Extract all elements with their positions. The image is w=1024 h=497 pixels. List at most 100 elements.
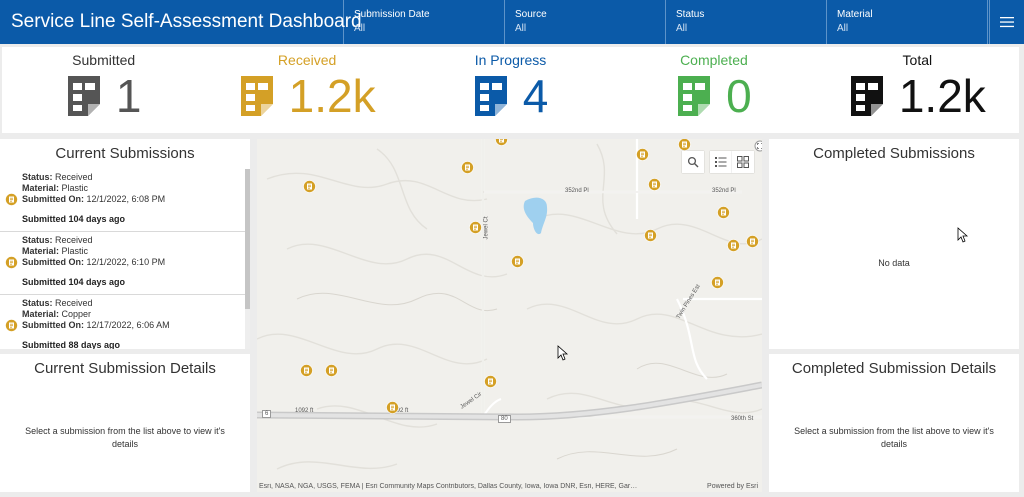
submission-marker-icon[interactable] <box>484 375 497 388</box>
indicator-value: 1 <box>115 70 142 122</box>
filter-value: All <box>515 23 527 34</box>
document-icon <box>474 76 507 116</box>
indicator-completed: Completed 0 <box>612 47 815 133</box>
indicator-total: Total 1.2k <box>816 47 1019 133</box>
panel-title: Current Submission Details <box>34 360 216 377</box>
indicator-value: 0 <box>726 70 752 122</box>
filter-label: Status <box>676 9 705 20</box>
search-icon <box>687 156 699 168</box>
submission-marker-icon[interactable] <box>325 364 338 377</box>
highway-shield: 80 <box>498 415 511 423</box>
highway-shield: 6 <box>262 410 272 418</box>
submission-marker-icon[interactable] <box>678 139 691 151</box>
indicator-in-progress: In Progress 4 <box>409 47 612 133</box>
list-item[interactable]: Status: Received Material: Plastic Submi… <box>0 169 245 232</box>
map-toolbar <box>682 151 754 173</box>
map-basemap-button[interactable] <box>732 151 754 173</box>
details-placeholder: Select a submission from the list above … <box>25 426 225 449</box>
submission-marker-icon[interactable] <box>636 148 649 161</box>
hamburger-icon <box>1000 17 1014 28</box>
document-icon <box>850 76 883 116</box>
submission-marker-icon[interactable] <box>300 364 313 377</box>
panel-title: Completed Submissions <box>813 145 975 162</box>
powered-by[interactable]: Powered by Esri <box>707 483 758 490</box>
status-value: Received <box>55 235 93 245</box>
app-header: Service Line Self-Assessment Dashboard S… <box>0 0 1024 44</box>
indicator-row: Submitted 1 Received 1.2k In Progress 4 … <box>2 47 1019 133</box>
completed-submissions-panel: Completed Submissions No data <box>769 139 1019 349</box>
material-value: Plastic <box>61 246 89 256</box>
list-scrollbar[interactable] <box>245 169 250 349</box>
submission-list[interactable]: Status: Received Material: Plastic Submi… <box>0 169 245 349</box>
no-data-message: No data <box>878 258 910 268</box>
indicator-received: Received 1.2k <box>205 47 408 133</box>
filter-submission-date[interactable]: Submission Date All <box>344 0 505 44</box>
menu-button[interactable] <box>989 0 1024 44</box>
road-label: 1092 ft <box>295 408 314 414</box>
mouse-cursor-icon <box>957 227 969 243</box>
submitted-on-value: 12/1/2022, 6:08 PM <box>86 194 166 204</box>
map-search-button[interactable] <box>682 151 704 173</box>
filter-source[interactable]: Source All <box>505 0 666 44</box>
submission-marker-icon <box>5 319 18 332</box>
filter-value: All <box>354 23 366 34</box>
submitted-on-value: 12/1/2022, 6:10 PM <box>86 257 166 267</box>
basemap[interactable] <box>257 139 762 492</box>
submission-marker-icon[interactable] <box>717 206 730 219</box>
submission-marker-icon[interactable] <box>495 139 508 146</box>
dashboard-title: Service Line Self-Assessment Dashboard <box>0 0 362 44</box>
current-submission-details-panel: Current Submission Details Select a subm… <box>0 354 250 492</box>
list-item[interactable]: Status: Received Material: Plastic Submi… <box>0 232 245 295</box>
status-value: Received <box>55 172 93 182</box>
mouse-cursor-icon <box>557 345 569 361</box>
road-label: 360th St <box>731 416 754 422</box>
submission-marker-icon[interactable] <box>303 180 316 193</box>
map-legend-button[interactable] <box>710 151 732 173</box>
completed-submission-details-panel: Completed Submission Details Select a su… <box>769 354 1019 492</box>
indicator-value: 1.2k <box>288 70 376 122</box>
submission-marker-icon <box>5 193 18 206</box>
filter-status[interactable]: Status All <box>666 0 827 44</box>
list-item[interactable]: Status: Received Material: Copper Submit… <box>0 295 245 349</box>
expand-icon[interactable] <box>754 140 762 152</box>
filter-label: Source <box>515 9 547 20</box>
submission-marker-icon[interactable] <box>469 221 482 234</box>
document-icon <box>67 76 100 116</box>
map-panel[interactable]: 352nd Pl 352nd Pl Jewel Ct Jewel Cir Twi… <box>257 139 762 492</box>
submission-marker-icon[interactable] <box>746 235 759 248</box>
submission-marker-icon[interactable] <box>727 239 740 252</box>
submission-marker-icon <box>5 256 18 269</box>
submitted-on-value: 12/17/2022, 6:06 AM <box>86 320 170 330</box>
road-label: 352nd Pl <box>712 188 736 194</box>
basemap-grid-icon <box>737 156 749 168</box>
indicator-value: 1.2k <box>898 70 986 122</box>
details-placeholder: Select a submission from the list above … <box>794 426 994 449</box>
legend-list-icon <box>715 157 727 167</box>
panel-title: Current Submissions <box>55 145 195 162</box>
indicator-submitted: Submitted 1 <box>2 47 205 133</box>
road-label: 352nd Pl <box>565 188 589 194</box>
filter-label: Material <box>837 9 873 20</box>
document-icon <box>678 76 711 116</box>
material-value: Copper <box>61 309 92 319</box>
indicator-label: Submitted <box>72 52 136 68</box>
indicator-label: Received <box>277 52 337 68</box>
submission-marker-icon[interactable] <box>648 178 661 191</box>
filter-value: All <box>837 23 849 34</box>
submitted-ago: Submitted 88 days ago <box>22 340 121 349</box>
submission-marker-icon[interactable] <box>461 161 474 174</box>
status-value: Received <box>55 298 93 308</box>
document-icon <box>240 76 273 116</box>
indicator-label: In Progress <box>474 52 547 68</box>
filter-value: All <box>676 23 688 34</box>
submission-marker-icon[interactable] <box>711 276 724 289</box>
map-attribution: Esri, NASA, NGA, USGS, FEMA | Esri Commu… <box>259 483 638 490</box>
indicator-label: Total <box>902 52 933 68</box>
road-label: Jewel Ct <box>483 216 490 240</box>
submission-marker-icon[interactable] <box>386 401 399 414</box>
submission-marker-icon[interactable] <box>511 255 524 268</box>
filter-material[interactable]: Material All <box>827 0 988 44</box>
scrollbar-thumb[interactable] <box>245 169 250 309</box>
submission-marker-icon[interactable] <box>644 229 657 242</box>
material-value: Plastic <box>61 183 89 193</box>
